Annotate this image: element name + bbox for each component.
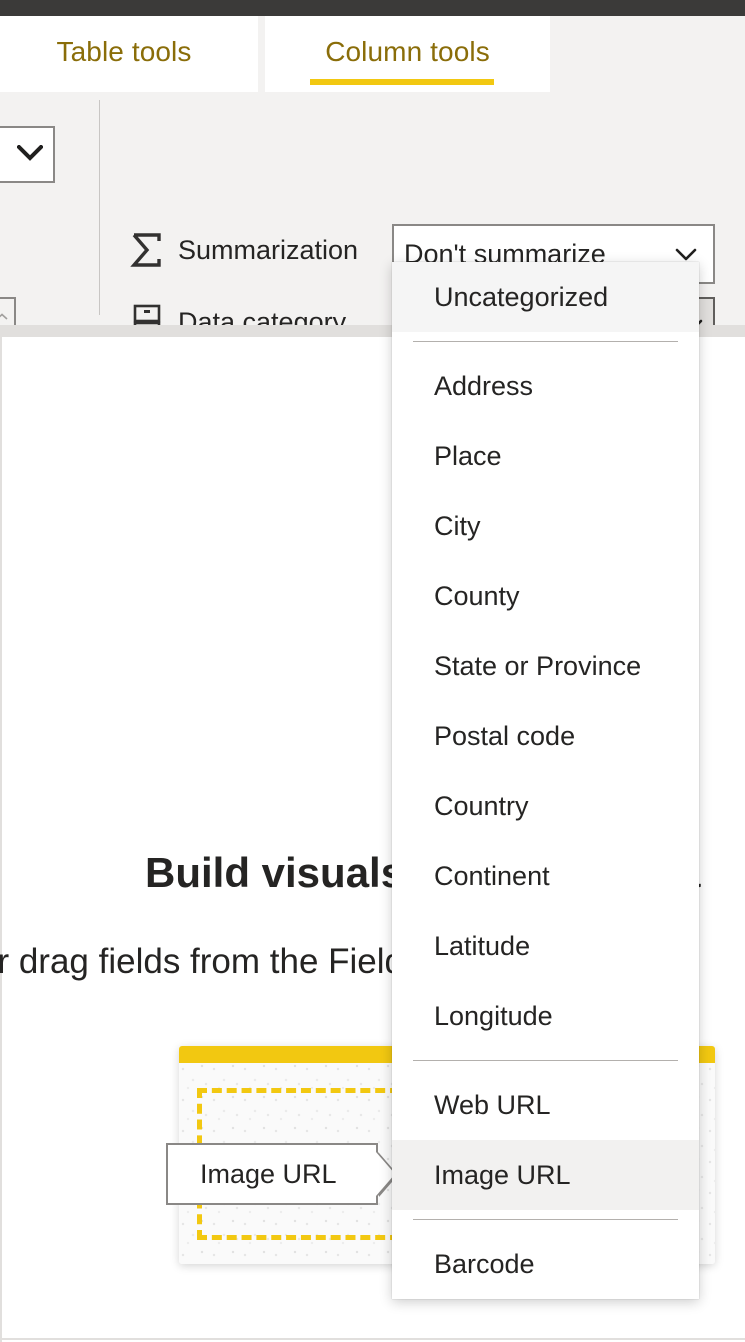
menu-divider — [413, 1219, 678, 1220]
menu-item-county[interactable]: County — [392, 561, 699, 631]
tab-active-underline — [310, 79, 494, 85]
menu-divider — [413, 341, 678, 342]
menu-item-web-url[interactable]: Web URL — [392, 1070, 699, 1140]
ribbon-tab-strip: Table tools Column tools — [0, 16, 745, 92]
menu-item-address[interactable]: Address — [392, 351, 699, 421]
menu-item-uncategorized[interactable]: Uncategorized — [392, 262, 699, 332]
data-category-dropdown-menu[interactable]: Uncategorized Address Place City County State… — [392, 262, 699, 1299]
canvas-bottom-border — [0, 1338, 745, 1340]
window-title-bar — [0, 0, 745, 16]
menu-item-place[interactable]: Place — [392, 421, 699, 491]
tab-column-tools[interactable]: Column tools — [265, 16, 550, 92]
chevron-down-icon — [17, 145, 43, 161]
menu-divider — [413, 1060, 678, 1061]
tooltip-text: Image URL — [200, 1158, 337, 1189]
tab-table-tools[interactable]: Table tools — [0, 16, 258, 92]
menu-item-postal-code[interactable]: Postal code — [392, 701, 699, 771]
menu-item-barcode[interactable]: Barcode — [392, 1229, 699, 1299]
spinner-up-icon[interactable] — [0, 313, 8, 321]
sigma-icon — [130, 232, 164, 268]
menu-item-image-url[interactable]: Image URL — [392, 1140, 699, 1210]
tab-column-tools-label: Column tools — [325, 35, 490, 67]
menu-item-country[interactable]: Country — [392, 771, 699, 841]
summarization-label: Summarization — [178, 234, 359, 265]
tab-table-tools-label: Table tools — [56, 35, 192, 67]
menu-item-latitude[interactable]: Latitude — [392, 911, 699, 981]
canvas-left-border — [0, 337, 2, 1342]
menu-item-continent[interactable]: Continent — [392, 841, 699, 911]
menu-item-longitude[interactable]: Longitude — [392, 981, 699, 1051]
menu-item-state-or-province[interactable]: State or Province — [392, 631, 699, 701]
summarization-field-row: Summarization — [130, 232, 358, 268]
menu-item-city[interactable]: City — [392, 491, 699, 561]
image-url-tooltip: Image URL — [166, 1143, 395, 1205]
chevron-down-icon[interactable] — [675, 248, 697, 261]
partial-format-dropdown[interactable] — [0, 126, 55, 183]
ribbon-group-divider — [99, 100, 100, 315]
